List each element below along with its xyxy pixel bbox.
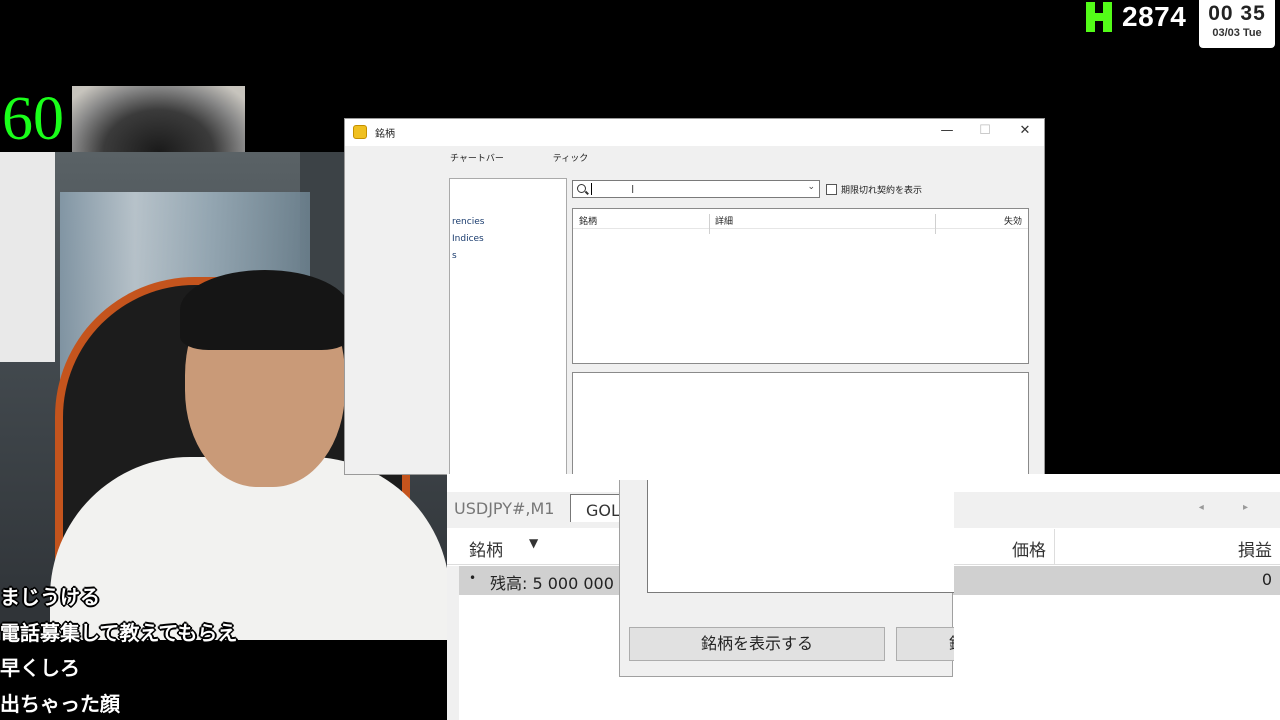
col-header-symbol[interactable]: 銘柄	[579, 214, 597, 227]
ibeam-cursor-icon: I	[631, 183, 635, 196]
app-icon	[353, 125, 367, 139]
thumbnail-preview	[72, 86, 245, 152]
col-header-expiry[interactable]: 失効	[1004, 214, 1022, 227]
viewer-counter: 2874	[1086, 0, 1186, 34]
kick-logo-icon	[1086, 2, 1112, 32]
show-expired-toggle[interactable]: 期限切れ契約を表示	[826, 183, 922, 196]
col-header-profit[interactable]: 損益	[1238, 536, 1272, 561]
symbol-table-header: 銘柄 詳細 失効	[573, 209, 1028, 234]
symbols-dialog: 銘柄 — ☐ ✕ チャートバー ティック rencies Indices s I…	[344, 118, 1045, 492]
expired-checkbox[interactable]	[826, 184, 837, 195]
tab-scroll-arrows[interactable]: ◂ ▸	[1199, 502, 1266, 513]
symbol-tree: rencies Indices s	[449, 178, 567, 478]
tree-item-other[interactable]: s	[452, 251, 457, 261]
maximize-button[interactable]: ☐	[965, 119, 1005, 143]
trade-left-strip	[447, 566, 459, 720]
chat-message: 電話募集して教えてもらえ	[0, 620, 238, 645]
minimize-button[interactable]: —	[927, 119, 967, 143]
chat-message: 出ちゃった顔	[0, 691, 120, 716]
clock-time: 00 35	[1208, 2, 1266, 25]
col-header-symbol[interactable]: 銘柄	[469, 536, 503, 561]
expired-label: 期限切れ契約を表示	[841, 186, 923, 196]
clock-widget: 00 35 03/03 Tue	[1199, 0, 1275, 48]
fps-counter: 60	[2, 85, 64, 153]
dialog-tabs: チャートバー ティック	[450, 151, 634, 164]
col-header-price[interactable]: 価格	[1012, 536, 1046, 561]
clock-date: 03/03 Tue	[1212, 27, 1262, 39]
text-caret	[591, 183, 592, 195]
symbol-search-input[interactable]: I ⌄	[572, 180, 820, 198]
viewer-count: 2874	[1122, 1, 1187, 32]
chat-overlay: まじうける 電話募集して教えてもらえ 早くしろ 出ちゃった顔	[0, 580, 447, 720]
balance-label: 残高: 5 000 000	[490, 574, 614, 593]
sort-down-icon[interactable]: ▼	[529, 536, 538, 550]
tree-item-currencies[interactable]: rencies	[452, 217, 484, 227]
chevron-down-icon[interactable]: ⌄	[807, 182, 815, 192]
tab-chart-bar[interactable]: チャートバー	[450, 154, 504, 164]
dialog-titlebar[interactable]: 銘柄 — ☐ ✕	[345, 119, 1044, 145]
col-header-detail[interactable]: 詳細	[715, 214, 733, 227]
column-divider[interactable]	[1054, 529, 1055, 565]
dialog-body: チャートバー ティック rencies Indices s I ⌄ 期限切れ契約…	[345, 146, 1044, 492]
symbol-list-box[interactable]	[647, 480, 954, 593]
dialog-title: 銘柄	[375, 128, 395, 140]
webcam-hanging-shirt	[0, 152, 55, 362]
balance-profit: 0	[1261, 570, 1272, 589]
symbols-dialog-lower: 銘柄を表示する 銘	[619, 480, 954, 677]
show-symbol-button[interactable]: 銘柄を表示する	[629, 627, 885, 661]
webcam-person-hair	[180, 270, 350, 350]
column-divider[interactable]	[709, 214, 710, 234]
close-button[interactable]: ✕	[1005, 119, 1045, 143]
search-icon	[577, 184, 586, 193]
chat-message: まじうける	[0, 585, 100, 609]
second-action-button[interactable]: 銘	[896, 627, 954, 661]
symbol-table: 銘柄 詳細 失効	[572, 208, 1029, 364]
bullet-icon: •	[469, 571, 477, 585]
column-divider[interactable]	[935, 214, 936, 234]
chat-message: 早くしろ	[0, 656, 80, 680]
chart-tab-usdjpy[interactable]: USDJPY#,M1	[454, 499, 554, 518]
tab-tick[interactable]: ティック	[553, 154, 588, 164]
tree-item-indices[interactable]: Indices	[452, 234, 484, 244]
